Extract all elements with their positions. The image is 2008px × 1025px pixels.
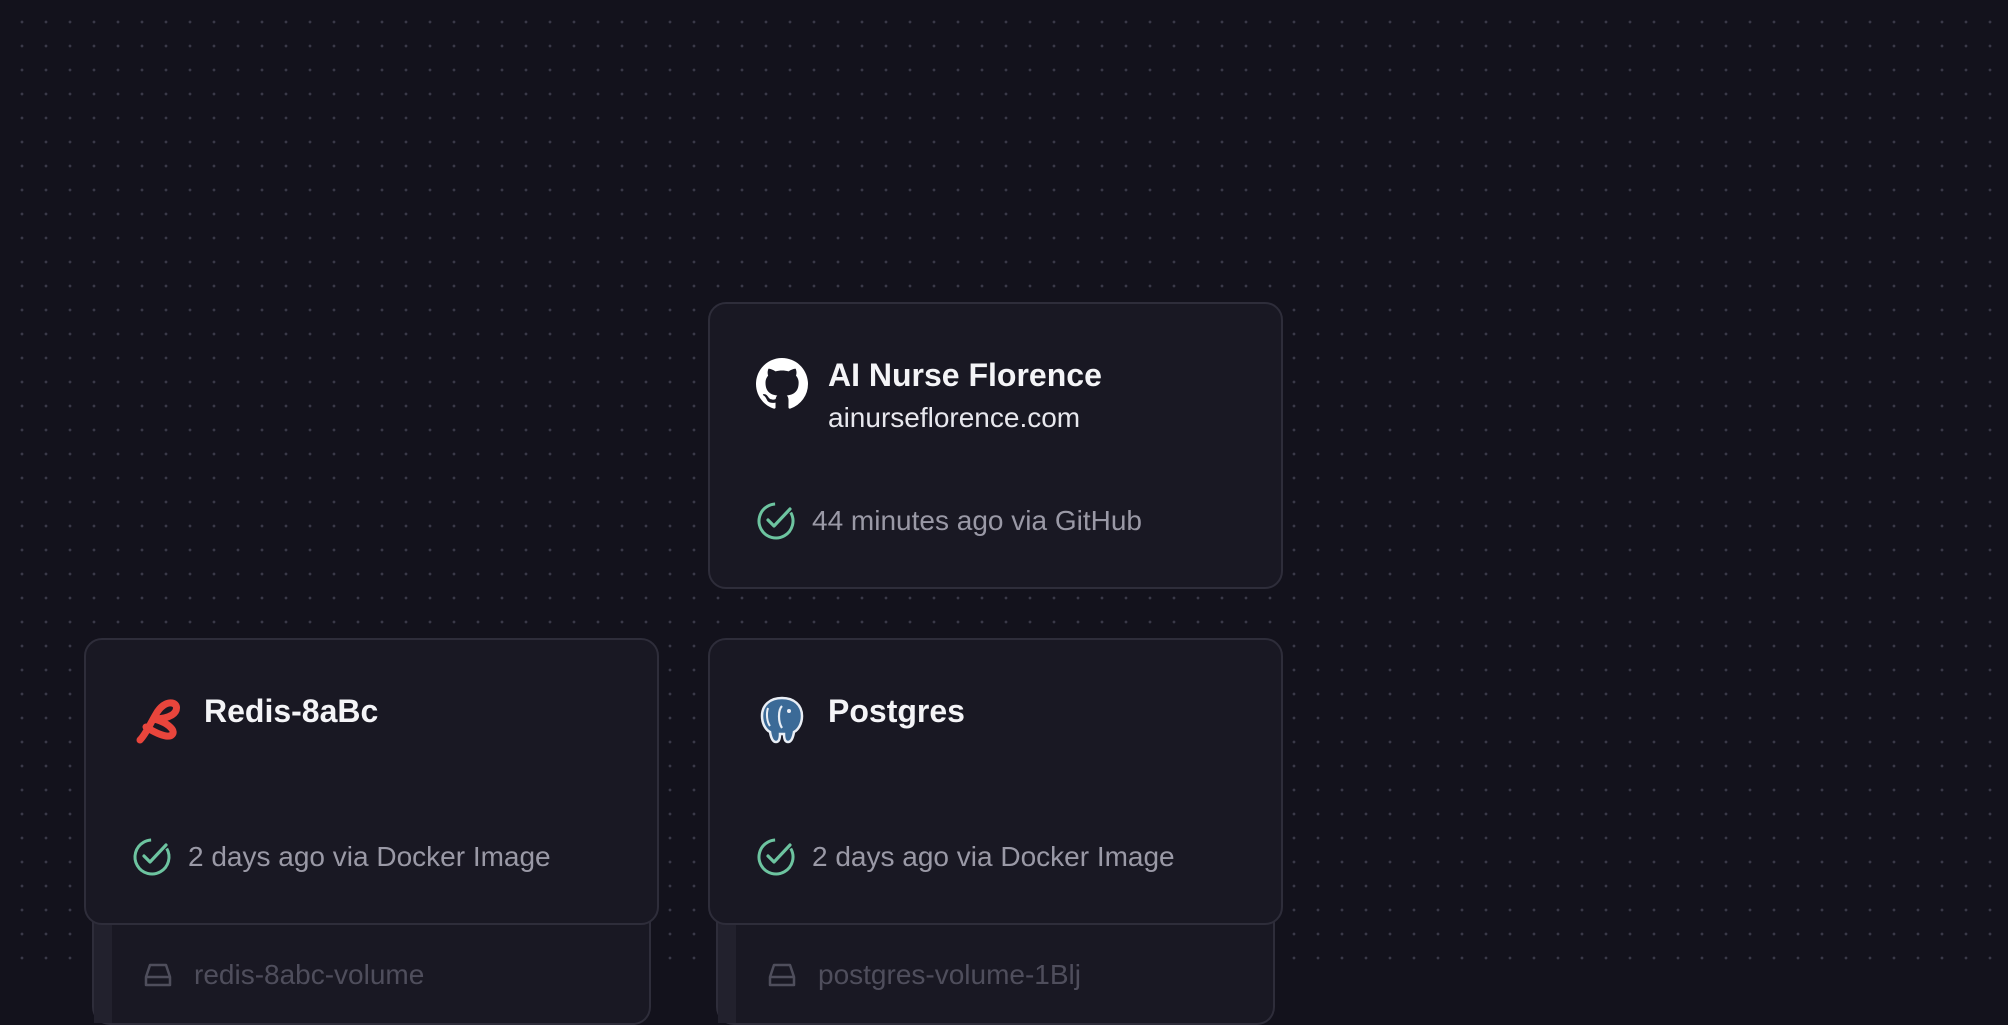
deploy-status-text: 2 days ago via Docker Image (812, 841, 1175, 872)
service-card-header: AI Nurse Florence ainurseflorence.com (756, 354, 1102, 438)
check-circle-icon (133, 838, 171, 876)
hard-drive-icon (144, 963, 172, 987)
project-canvas[interactable]: AI Nurse Florence ainurseflorence.com 44… (0, 0, 2008, 1025)
service-title: Redis-8aBc (204, 693, 379, 729)
check-circle-icon (757, 502, 795, 540)
service-card-header: Postgres (756, 690, 965, 746)
redis-icon (132, 694, 184, 746)
hard-drive-icon (768, 963, 796, 987)
check-circle-icon (757, 838, 795, 876)
service-card-postgres[interactable]: Postgres 2 days ago via Docker Image (708, 638, 1283, 925)
postgres-icon (756, 694, 808, 746)
deploy-status: 44 minutes ago via GitHub (756, 501, 1142, 541)
volume-name: postgres-volume-1Blj (818, 959, 1081, 990)
service-domain-link[interactable]: ainurseflorence.com (828, 398, 1102, 438)
volume-name: redis-8abc-volume (194, 959, 425, 990)
service-card-ai-nurse-florence[interactable]: AI Nurse Florence ainurseflorence.com 44… (708, 302, 1283, 589)
deploy-status-text: 44 minutes ago via GitHub (812, 505, 1142, 536)
service-card-header: Redis-8aBc (132, 690, 378, 746)
deploy-status: 2 days ago via Docker Image (132, 837, 551, 877)
service-title: Postgres (828, 693, 965, 729)
service-card-redis[interactable]: Redis-8aBc 2 days ago via Docker Image (84, 638, 659, 925)
deploy-status: 2 days ago via Docker Image (756, 837, 1175, 877)
github-icon (756, 358, 808, 410)
service-title: AI Nurse Florence (828, 357, 1102, 393)
deploy-status-text: 2 days ago via Docker Image (188, 841, 551, 872)
